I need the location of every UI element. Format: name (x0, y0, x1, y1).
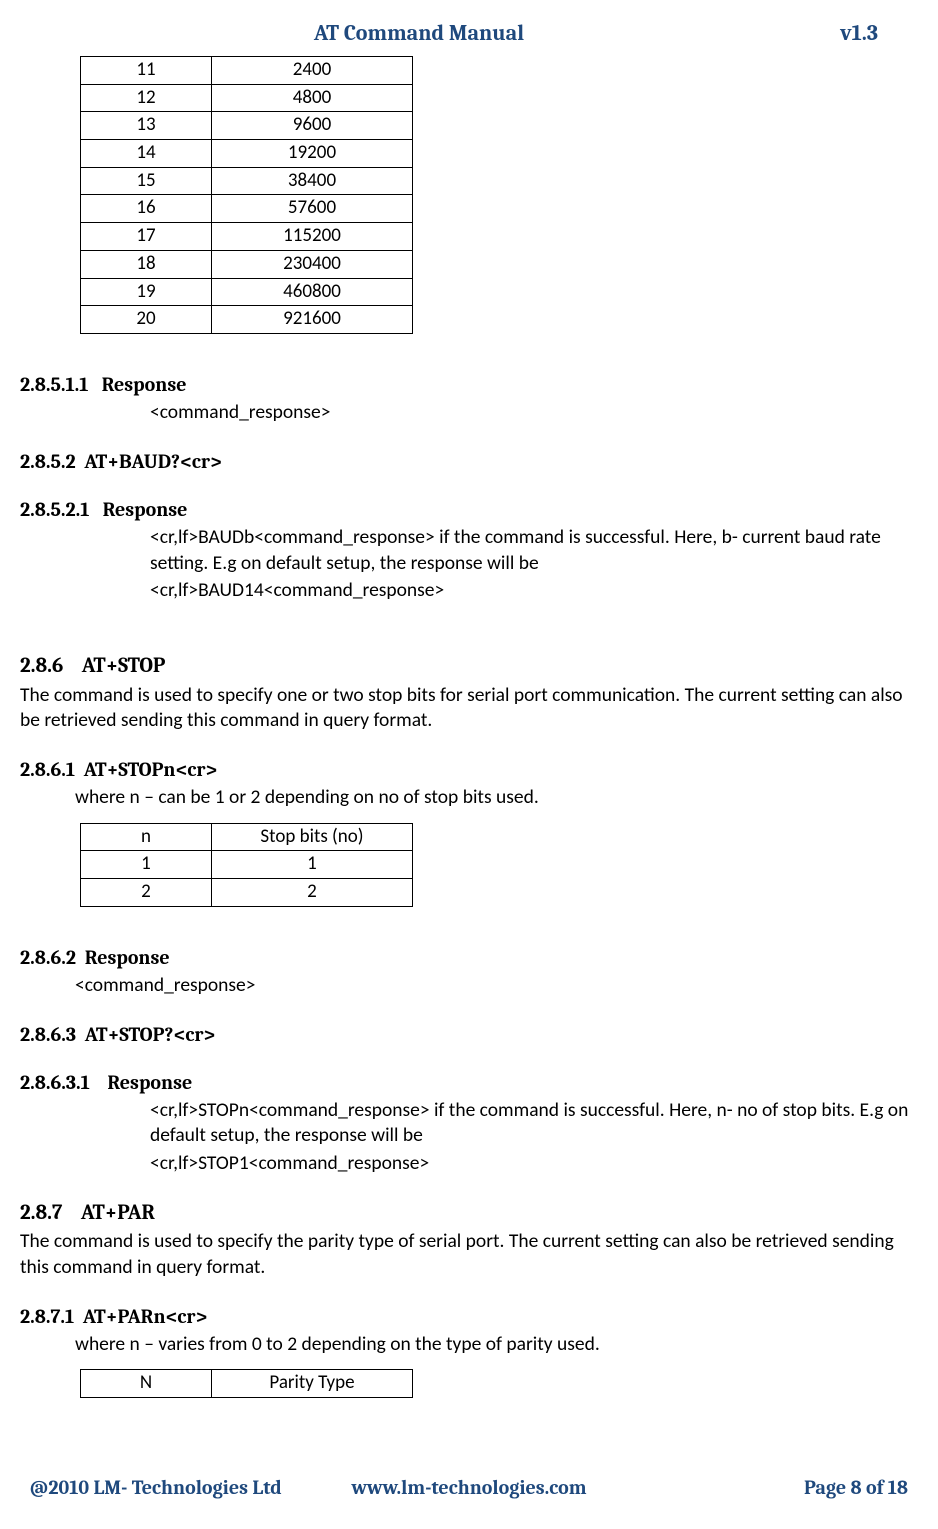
response-text: <command_response> (150, 400, 918, 425)
heading-2-8-5-1-1: 2.8.5.1.1 Response (20, 372, 918, 398)
table-row: 17115200 (81, 223, 413, 251)
heading-2-8-6: 2.8.6 AT+STOP (20, 653, 918, 680)
cell-rate: 9600 (212, 112, 413, 140)
heading-2-8-6-1: 2.8.6.1 AT+STOPn<cr> (20, 757, 918, 783)
table-row: 1 1 (81, 851, 413, 879)
cell-rate: 2400 (212, 57, 413, 85)
table-row: 20921600 (81, 306, 413, 334)
table-row: 1538400 (81, 167, 413, 195)
cell-rate: 57600 (212, 195, 413, 223)
cell-n: 2 (81, 878, 212, 906)
footer-copyright: @2010 LM- Technologies Ltd (30, 1476, 323, 1499)
heading-text: AT+PAR (81, 1201, 155, 1225)
cell-rate: 230400 (212, 250, 413, 278)
table-header-row: N Parity Type (81, 1370, 413, 1398)
heading-text: AT+BAUD?<cr> (84, 450, 221, 473)
heading-text: Response (102, 373, 187, 396)
response-line-1: <cr,lf>STOPn<command_response> if the co… (150, 1098, 918, 1149)
header-n: n (81, 823, 212, 851)
header-n: N (81, 1370, 212, 1398)
heading-number: 2.8.5.1.1 (20, 372, 88, 398)
cell-rate: 921600 (212, 306, 413, 334)
table-header-row: n Stop bits (no) (81, 823, 413, 851)
heading-number: 2.8.6.3 (20, 1022, 76, 1048)
response-line-2: <cr,lf>BAUD14<command_response> (150, 578, 918, 603)
heading-2-8-5-2-1: 2.8.5.2.1 Response (20, 497, 918, 523)
cell-rate: 4800 (212, 84, 413, 112)
heading-number: 2.8.5.2.1 (20, 497, 89, 523)
cell-b: 20 (81, 306, 212, 334)
table-row: 1657600 (81, 195, 413, 223)
cell-bits: 1 (212, 851, 413, 879)
page-footer: @2010 LM- Technologies Ltd www.lm-techno… (20, 1446, 918, 1519)
baud-rate-table: 112400 124800 139600 1419200 1538400 165… (80, 56, 413, 334)
heading-text: Response (85, 946, 170, 969)
stop-bits-table: n Stop bits (no) 1 1 2 2 (80, 823, 413, 907)
cell-rate: 38400 (212, 167, 413, 195)
table-row: 2 2 (81, 878, 413, 906)
cell-bits: 2 (212, 878, 413, 906)
heading-text: AT+STOPn<cr> (84, 758, 217, 781)
cell-rate: 460800 (212, 278, 413, 306)
subsection-description: where n – can be 1 or 2 depending on no … (75, 785, 918, 810)
response-line-2: <cr,lf>STOP1<command_response> (150, 1151, 918, 1176)
heading-2-8-5-2: 2.8.5.2 AT+BAUD?<cr> (20, 449, 918, 475)
heading-number: 2.8.6 (20, 653, 63, 680)
heading-text: AT+PARn<cr> (83, 1305, 207, 1328)
cell-b: 17 (81, 223, 212, 251)
cell-b: 11 (81, 57, 212, 85)
heading-number: 2.8.6.2 (20, 945, 76, 971)
heading-2-8-6-3: 2.8.6.3 AT+STOP?<cr> (20, 1022, 918, 1048)
page-content: 112400 124800 139600 1419200 1538400 165… (20, 56, 918, 1446)
footer-page-number: Page 8 of 18 (615, 1476, 908, 1499)
header-bits: Stop bits (no) (212, 823, 413, 851)
section-description: The command is used to specify one or tw… (20, 683, 918, 734)
heading-number: 2.8.5.2 (20, 449, 76, 475)
footer-url: www.lm-technologies.com (323, 1476, 616, 1499)
cell-b: 18 (81, 250, 212, 278)
cell-b: 14 (81, 140, 212, 168)
heading-number: 2.8.6.3.1 (20, 1070, 90, 1096)
table-row: 19460800 (81, 278, 413, 306)
heading-2-8-7-1: 2.8.7.1 AT+PARn<cr> (20, 1304, 918, 1330)
subsection-description: where n – varies from 0 to 2 depending o… (75, 1332, 918, 1357)
cell-rate: 115200 (212, 223, 413, 251)
cell-b: 13 (81, 112, 212, 140)
heading-2-8-6-2: 2.8.6.2 Response (20, 945, 918, 971)
heading-text: Response (103, 498, 188, 521)
table-row: 139600 (81, 112, 413, 140)
cell-b: 16 (81, 195, 212, 223)
heading-number: 2.8.6.1 (20, 757, 75, 783)
heading-2-8-7: 2.8.7 AT+PAR (20, 1200, 918, 1227)
response-text: <command_response> (75, 973, 918, 998)
parity-table: N Parity Type (80, 1369, 413, 1398)
heading-number: 2.8.7 (20, 1200, 62, 1227)
heading-2-8-6-3-1: 2.8.6.3.1 Response (20, 1070, 918, 1096)
doc-title: AT Command Manual (60, 20, 778, 46)
response-line-1: <cr,lf>BAUDb<command_response> if the co… (150, 525, 918, 576)
cell-b: 15 (81, 167, 212, 195)
cell-b: 19 (81, 278, 212, 306)
page-header: AT Command Manual v1.3 (20, 20, 918, 56)
table-row: 124800 (81, 84, 413, 112)
cell-n: 1 (81, 851, 212, 879)
doc-version: v1.3 (778, 20, 878, 46)
heading-text: AT+STOP (82, 654, 166, 678)
header-type: Parity Type (212, 1370, 413, 1398)
table-row: 1419200 (81, 140, 413, 168)
cell-rate: 19200 (212, 140, 413, 168)
section-description: The command is used to specify the parit… (20, 1229, 918, 1280)
cell-b: 12 (81, 84, 212, 112)
heading-number: 2.8.7.1 (20, 1304, 74, 1330)
heading-text: Response (107, 1071, 192, 1094)
document-page: AT Command Manual v1.3 112400 124800 139… (0, 0, 938, 1529)
table-row: 18230400 (81, 250, 413, 278)
heading-text: AT+STOP?<cr> (85, 1023, 215, 1046)
table-row: 112400 (81, 57, 413, 85)
